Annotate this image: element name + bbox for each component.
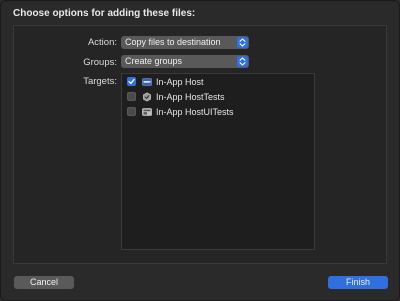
add-files-dialog: Choose options for adding these files: A… [0,0,400,301]
groups-popup-value: Create groups [125,56,183,66]
ui-test-bundle-icon [142,107,152,117]
target-row-in-app-hosttests[interactable]: In-App HostTests [126,91,312,103]
groups-popup[interactable]: Create groups [121,55,249,68]
target-checkbox-in-app-host[interactable] [127,77,136,86]
target-label: In-App HostUITests [156,107,234,117]
targets-list: In-App Host In-App HostTests In-App Host… [121,73,315,250]
target-row-in-app-host[interactable]: In-App Host [126,76,312,88]
unit-test-bundle-icon [142,92,152,102]
action-label: Action: [87,37,117,48]
finish-button[interactable]: Finish [328,276,388,289]
cancel-button[interactable]: Cancel [14,276,74,289]
target-checkbox-in-app-hosttests[interactable] [127,92,136,101]
target-checkbox-in-app-hostuitests[interactable] [127,107,136,116]
checkmark-icon [128,78,135,85]
app-target-icon [142,77,152,87]
chevron-updown-icon [237,56,248,67]
targets-label: Targets: [83,76,117,87]
action-popup-value: Copy files to destination [125,37,221,47]
chevron-updown-icon [237,37,248,48]
target-label: In-App Host [156,77,204,87]
groups-label: Groups: [83,57,117,68]
target-label: In-App HostTests [156,92,225,102]
dialog-title: Choose options for adding these files: [13,8,196,19]
action-popup[interactable]: Copy files to destination [121,36,249,49]
target-row-in-app-hostuitests[interactable]: In-App HostUITests [126,106,312,118]
